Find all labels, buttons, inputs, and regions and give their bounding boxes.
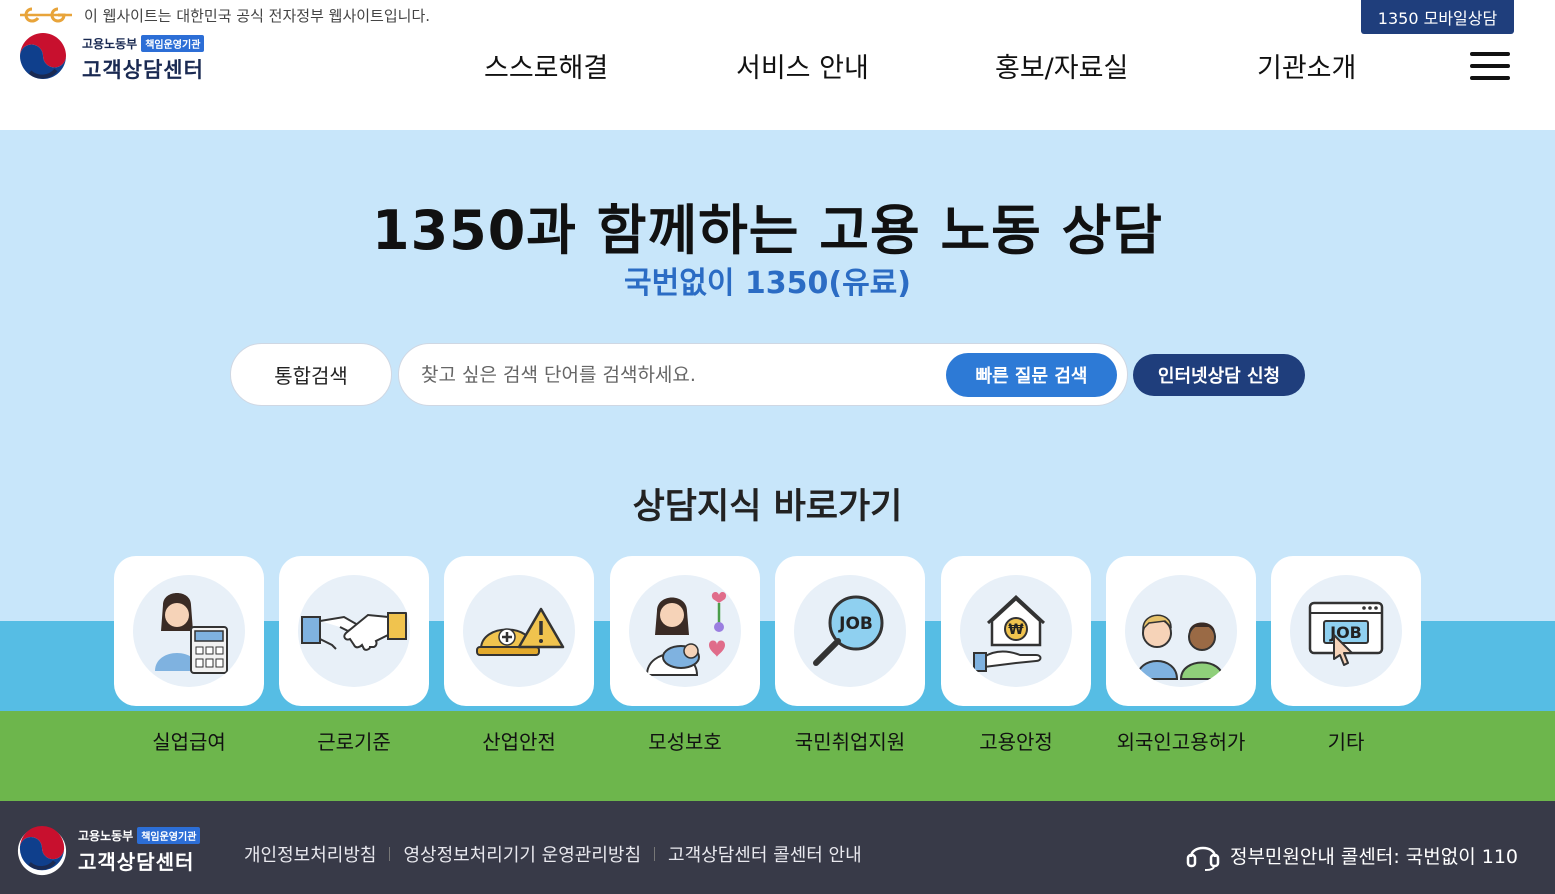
shortcut-card-foreign-permit[interactable] [1106, 556, 1256, 706]
footer-link-divider [389, 847, 391, 861]
internet-consult-button[interactable]: 인터넷상담 신청 [1133, 354, 1305, 396]
footer-link-divider [654, 847, 656, 861]
footer-logo-title: 고객상담센터 [78, 850, 195, 874]
shortcut-label-industrial-safety[interactable]: 산업안전 [444, 726, 594, 755]
shortcut-card-labor-standards[interactable] [279, 556, 429, 706]
shortcut-label-etc[interactable]: 기타 [1271, 726, 1421, 755]
job-magnifier-icon: JOB [813, 595, 884, 666]
shortcuts-title: 상담지식 바로가기 [632, 487, 903, 527]
footer-call-center: 정부민원안내 콜센터: 국번없이 110 [1186, 839, 1518, 871]
hero-subtitle: 국번없이 1350(유료) [624, 266, 911, 301]
mother-baby-icon [645, 592, 727, 676]
nav-pr-archive[interactable]: 홍보/자료실 [995, 46, 1128, 85]
shortcut-card-employment-stability[interactable]: ₩ [941, 556, 1091, 706]
safety-helmet-warning-icon [476, 607, 565, 656]
shortcut-card-job-support[interactable]: JOB [775, 556, 925, 706]
handshake-icon [301, 612, 407, 651]
shortcut-card-industrial-safety[interactable] [444, 556, 594, 706]
headset-icon [1186, 846, 1220, 871]
footer-call-center-text: 정부민원안내 콜센터: 국번없이 110 [1229, 845, 1518, 868]
footer: 고용노동부 책임운영기관 고객상담센터 개인정보처리방침 영상정보처리기기 운영… [0, 801, 1555, 894]
search-scope-tab[interactable]: 통합검색 [230, 343, 392, 406]
search-box: 빠른 질문 검색 [398, 343, 1128, 406]
shortcut-card-etc[interactable]: JOB [1271, 556, 1421, 706]
nav-self-solve[interactable]: 스스로해결 [484, 46, 608, 85]
woman-calculator-icon [155, 593, 228, 674]
nav-service-guide[interactable]: 서비스 안내 [736, 46, 869, 85]
gov-notice-text: 이 웹사이트는 대한민국 공식 전자정부 웹사이트입니다. [84, 6, 431, 25]
shortcut-label-foreign-permit[interactable]: 외국인고용허가 [1106, 726, 1256, 755]
shortcut-card-unemployment[interactable] [114, 556, 264, 706]
footer-link-cctv-policy[interactable]: 영상정보처리기기 운영관리방침 [403, 841, 641, 867]
taegeuk-emblem-icon [17, 825, 67, 876]
gov-notice: 이 웹사이트는 대한민국 공식 전자정부 웹사이트입니다. [18, 4, 430, 26]
job-browser-icon: JOB [1308, 601, 1384, 666]
mobile-consult-button[interactable]: 1350 모바일상담 [1361, 0, 1514, 34]
footer-logo-badge: 책임운영기관 [137, 827, 201, 844]
shortcut-cards: 실업급여 근로기준 산업안전 모성보호 JOB 국민취업지원 ₩ 고용안정 외국… [0, 556, 1555, 756]
shortcut-label-labor-standards[interactable]: 근로기준 [279, 726, 429, 755]
footer-link-privacy[interactable]: 개인정보처리방침 [244, 841, 376, 867]
shortcut-label-job-support[interactable]: 국민취업지원 [775, 726, 925, 755]
quick-search-button[interactable]: 빠른 질문 검색 [946, 353, 1117, 397]
egov-mark-icon [20, 7, 72, 23]
svg-text:₩: ₩ [1008, 622, 1024, 638]
main-nav: 스스로해결 서비스 안내 홍보/자료실 기관소개 [0, 46, 1555, 90]
shortcut-card-maternity[interactable] [610, 556, 760, 706]
shortcut-label-maternity[interactable]: 모성보호 [610, 726, 760, 755]
house-won-hand-icon: ₩ [973, 594, 1046, 672]
foreign-workers-icon [1135, 614, 1225, 680]
footer-links: 개인정보처리방침 영상정보처리기기 운영관리방침 고객상담센터 콜센터 안내 [244, 841, 862, 867]
footer-link-callcenter-guide[interactable]: 고객상담센터 콜센터 안내 [668, 841, 862, 867]
footer-logo-ministry: 고용노동부 [78, 829, 134, 843]
menu-hamburger-icon[interactable] [1470, 52, 1510, 80]
nav-about[interactable]: 기관소개 [1257, 46, 1356, 85]
footer-logo[interactable]: 고용노동부 책임운영기관 고객상담센터 [16, 825, 201, 877]
shortcut-label-unemployment[interactable]: 실업급여 [114, 726, 264, 755]
shortcut-label-employment-stability[interactable]: 고용안정 [941, 726, 1091, 755]
search-input[interactable] [421, 360, 921, 390]
hero-title: 1350과 함께하는 고용 노동 상담 [372, 199, 1163, 262]
svg-text:JOB: JOB [838, 614, 873, 634]
